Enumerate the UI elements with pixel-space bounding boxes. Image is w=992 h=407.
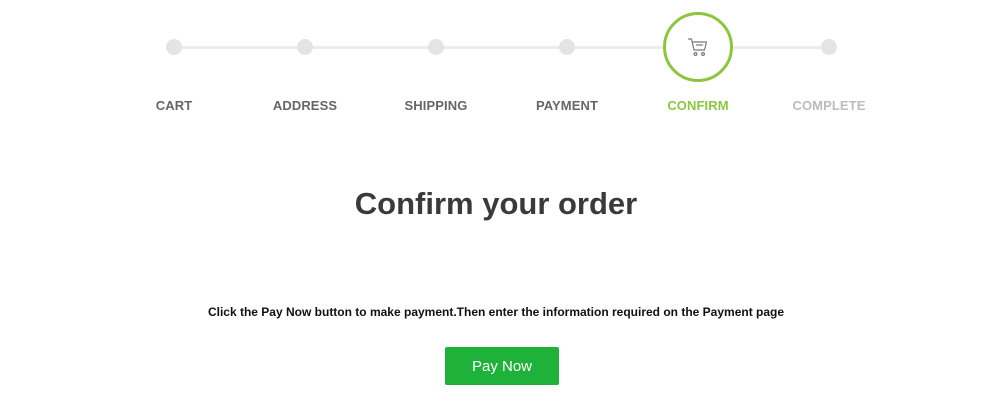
step-dot [297, 39, 313, 55]
step-payment: PAYMENT [507, 0, 627, 120]
step-dot [166, 39, 182, 55]
step-label: SHIPPING [404, 98, 468, 113]
step-label: CART [155, 98, 193, 113]
step-label: PAYMENT [535, 98, 599, 113]
page-title: Confirm your order [354, 186, 638, 221]
step-label: COMPLETE [792, 98, 866, 113]
step-dot [428, 39, 444, 55]
step-label: ADDRESS [272, 98, 338, 113]
step-address: ADDRESS [245, 0, 365, 120]
step-complete: COMPLETE [769, 0, 889, 120]
step-dot [559, 39, 575, 55]
step-label: CONFIRM [667, 98, 729, 113]
payment-instructions: Click the Pay Now button to make payment… [207, 305, 785, 319]
step-confirm: CONFIRM [638, 0, 758, 120]
step-shipping: SHIPPING [376, 0, 496, 120]
pay-now-button[interactable]: Pay Now [445, 347, 559, 385]
step-dot [821, 39, 837, 55]
step-cart: CART [114, 0, 234, 120]
active-step-circle [663, 12, 733, 82]
cart-icon [687, 38, 708, 57]
checkout-progress: CART ADDRESS SHIPPING PAYMENT CONFIRM CO… [0, 0, 992, 130]
